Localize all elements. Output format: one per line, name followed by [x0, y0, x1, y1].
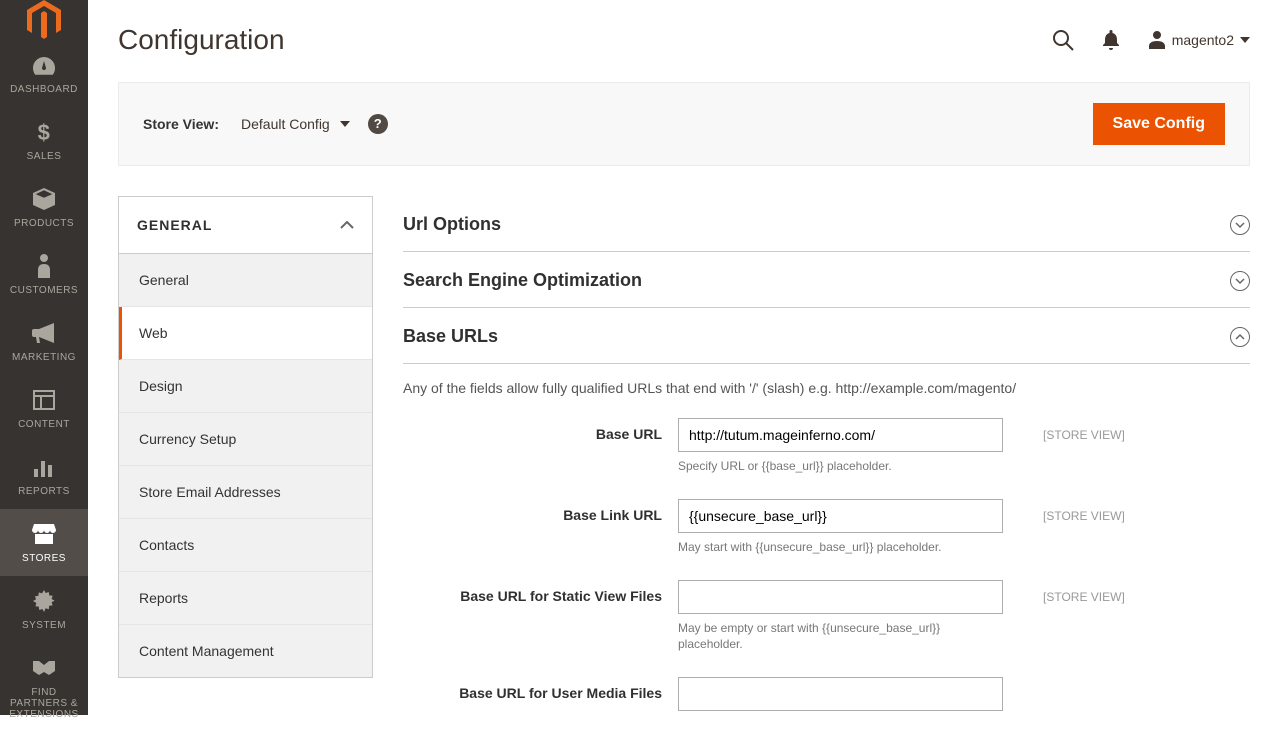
nav-dashboard[interactable]: DASHBOARD	[0, 40, 88, 107]
dollar-icon: $	[37, 119, 51, 145]
store-scope-switcher[interactable]: Default Config	[241, 116, 350, 132]
fieldset-url-options[interactable]: Url Options	[403, 196, 1250, 252]
nav-label: MARKETING	[12, 352, 76, 363]
caret-down-icon	[1240, 37, 1250, 43]
base-url-media-input[interactable]	[678, 677, 1003, 711]
field-note: May start with {{unsecure_base_url}} pla…	[678, 539, 1003, 556]
store-view-label: Store View:	[143, 116, 219, 132]
search-icon[interactable]	[1052, 29, 1074, 51]
nav-find-partners[interactable]: FIND PARTNERS & EXTENSIONS	[0, 643, 88, 732]
field-note: May be empty or start with {{unsecure_ba…	[678, 620, 1003, 654]
nav-label: CUSTOMERS	[10, 285, 78, 296]
caret-down-icon	[340, 121, 350, 127]
field-scope: [STORE VIEW]	[1003, 499, 1125, 523]
nav-system[interactable]: SYSTEM	[0, 576, 88, 643]
nav-products[interactable]: PRODUCTS	[0, 174, 88, 241]
base-link-url-input[interactable]	[678, 499, 1003, 533]
box-icon	[32, 186, 56, 212]
chevron-up-icon	[1230, 327, 1250, 347]
config-section-general[interactable]: GENERAL	[119, 197, 372, 254]
main-scroll-area[interactable]: Configuration magento2 Store View: Defau…	[88, 0, 1280, 715]
base-url-static-input[interactable]	[678, 580, 1003, 614]
config-tab-design[interactable]: Design	[119, 360, 372, 413]
field-scope: [STORE VIEW]	[1003, 580, 1125, 604]
fieldset-title: Base URLs	[403, 326, 498, 347]
gauge-icon	[31, 52, 57, 78]
svg-text:$: $	[38, 120, 51, 144]
bell-icon[interactable]	[1102, 30, 1120, 50]
config-content: Url Options Search Engine Optimization B…	[403, 196, 1250, 715]
fieldset-seo[interactable]: Search Engine Optimization	[403, 252, 1250, 308]
nav-label: SYSTEM	[22, 620, 66, 631]
nav-customers[interactable]: CUSTOMERS	[0, 241, 88, 308]
bar-chart-icon	[33, 454, 55, 480]
nav-reports[interactable]: REPORTS	[0, 442, 88, 509]
nav-sales[interactable]: $ SALES	[0, 107, 88, 174]
megaphone-icon	[32, 320, 56, 346]
account-menu[interactable]: magento2	[1148, 31, 1250, 49]
nav-label: STORES	[22, 553, 66, 564]
chevron-down-icon	[1230, 271, 1250, 291]
username: magento2	[1172, 32, 1234, 48]
layout-icon	[33, 387, 55, 413]
store-view-bar: Store View: Default Config ? Save Config	[118, 82, 1250, 166]
field-base-url-static: Base URL for Static View Files May be em…	[403, 580, 1250, 654]
magento-logo[interactable]	[0, 0, 88, 40]
nav-label: SALES	[27, 151, 62, 162]
nav-stores[interactable]: STORES	[0, 509, 88, 576]
config-tab-reports[interactable]: Reports	[119, 572, 372, 625]
nav-label: CONTENT	[18, 419, 70, 430]
config-nav: GENERAL General Web Design Currency Setu…	[118, 196, 373, 678]
save-config-button[interactable]: Save Config	[1093, 103, 1225, 145]
field-base-url: Base URL Specify URL or {{base_url}} pla…	[403, 418, 1250, 475]
base-url-input[interactable]	[678, 418, 1003, 452]
field-label: Base URL for User Media Files	[403, 677, 678, 701]
config-tab-currency[interactable]: Currency Setup	[119, 413, 372, 466]
nav-label: DASHBOARD	[10, 84, 78, 95]
chevron-up-icon	[340, 221, 354, 229]
nav-marketing[interactable]: MARKETING	[0, 308, 88, 375]
config-tab-store-email[interactable]: Store Email Addresses	[119, 466, 372, 519]
field-label: Base URL for Static View Files	[403, 580, 678, 604]
field-base-url-media: Base URL for User Media Files	[403, 677, 1250, 711]
admin-left-nav: DASHBOARD $ SALES PRODUCTS CUSTOMERS MAR…	[0, 0, 88, 715]
handshake-icon	[31, 655, 57, 681]
fieldset-description: Any of the fields allow fully qualified …	[403, 364, 1250, 418]
fieldset-title: Search Engine Optimization	[403, 270, 642, 291]
chevron-down-icon	[1230, 215, 1250, 235]
store-scope-value: Default Config	[241, 116, 330, 132]
field-label: Base Link URL	[403, 499, 678, 523]
field-scope: [STORE VIEW]	[1003, 418, 1125, 442]
page-header: Configuration magento2	[118, 0, 1250, 56]
help-icon[interactable]: ?	[368, 114, 388, 134]
fieldset-title: Url Options	[403, 214, 501, 235]
config-tab-content-mgmt[interactable]: Content Management	[119, 625, 372, 677]
field-base-link-url: Base Link URL May start with {{unsecure_…	[403, 499, 1250, 556]
config-section-label: GENERAL	[137, 217, 212, 233]
nav-label: FIND PARTNERS & EXTENSIONS	[4, 687, 84, 720]
page-title: Configuration	[118, 24, 1052, 56]
field-label: Base URL	[403, 418, 678, 442]
fieldset-base-urls[interactable]: Base URLs	[403, 308, 1250, 364]
user-icon	[1148, 31, 1166, 49]
config-tab-general[interactable]: General	[119, 254, 372, 307]
nav-label: REPORTS	[18, 486, 70, 497]
nav-label: PRODUCTS	[14, 218, 74, 229]
storefront-icon	[32, 521, 56, 547]
nav-content[interactable]: CONTENT	[0, 375, 88, 442]
config-tab-contacts[interactable]: Contacts	[119, 519, 372, 572]
config-tab-web[interactable]: Web	[119, 307, 372, 360]
field-note: Specify URL or {{base_url}} placeholder.	[678, 458, 1003, 475]
gear-icon	[33, 588, 55, 614]
person-icon	[36, 253, 52, 279]
